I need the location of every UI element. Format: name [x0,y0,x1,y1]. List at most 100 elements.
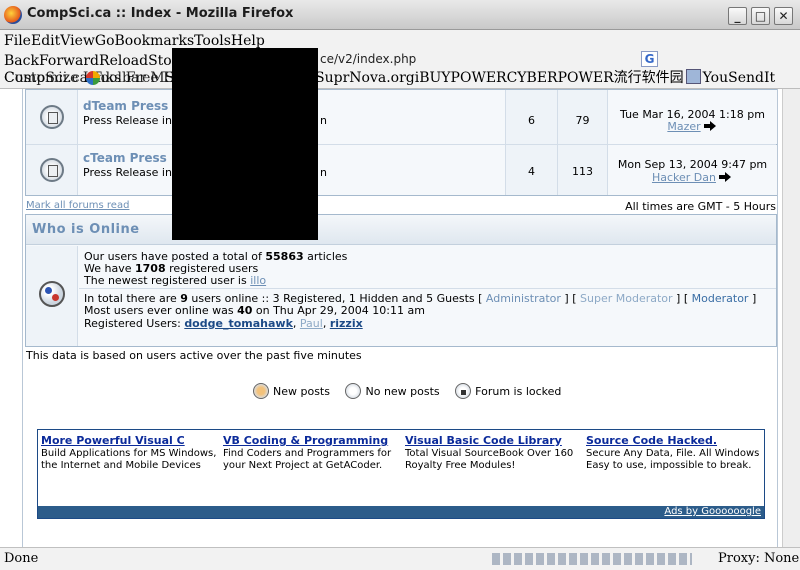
close-button[interactable]: ✕ [774,7,793,25]
menu-view[interactable]: View [60,33,95,49]
menu-edit[interactable]: Edit [31,33,60,49]
ads-footer: Ads by Goooooogle [38,506,764,518]
menu-bookmarks[interactable]: Bookmarks [115,33,195,49]
redaction-box [172,48,318,240]
ad-unit: More Powerful Visual C Build Application… [41,434,219,472]
who-is-online-heading[interactable]: Who is Online [32,222,140,237]
forum-desc-cteam-start: Press Release in [83,166,172,179]
forum-link-cteam[interactable]: cTeam Press R [83,151,180,165]
ad-unit: Source Code Hacked. Secure Any Data, Fil… [586,434,764,472]
users-online-block: In total there are 9 users online :: 3 R… [84,292,774,331]
proxy-status[interactable]: Proxy: None [718,551,799,566]
activity-note: This data is based on users active over … [26,349,362,362]
legend-administrator: Administrator [485,292,561,305]
bookmark-suprnova[interactable]: SuprNova.org [315,70,415,86]
page-viewport[interactable]: dTeam Press R Press Release in n 6 79 Tu… [0,89,800,547]
bookmark-cyberpower[interactable]: CYBERPOWER [507,70,614,86]
reload-button[interactable]: Reload [99,53,148,69]
menu-file[interactable]: File [0,33,31,49]
bookmark-yousendit[interactable]: YouSendIt [703,70,775,86]
mark-forums-read-link[interactable]: Mark all forums read [26,200,129,211]
forum-page: dTeam Press R Press Release in n 6 79 Tu… [22,89,778,547]
status-text: Done [4,551,39,566]
topic-count: 4 [528,165,535,178]
last-post-user: Mazer [608,120,777,133]
menu-tools[interactable]: Tools [194,33,231,49]
status-extension-icons[interactable] [492,553,692,565]
url-bar[interactable]: ce/v2/index.php [320,52,416,66]
view-latest-post-icon[interactable] [703,121,718,131]
forward-button[interactable]: Forward [39,53,99,69]
no-new-posts-icon [345,383,362,399]
legend-super-moderator: Super Moderator [580,292,673,305]
bookmarks-right-group: SuprNova.orgiBUYPOWERCYBERPOWER流行软件园 YouS… [315,69,775,88]
menu-bar: FileEditViewGoBookmarksToolsHelp [0,30,800,50]
who-is-online-header: Who is Online [26,215,776,245]
ads-by-google-link[interactable]: Ads by Goooooogle [664,506,761,517]
forum-row-cteam: cTeam Press R Press Release in n 4 113 M… [26,144,777,195]
legend-locked: Forum is locked [475,385,562,398]
menu-help[interactable]: Help [231,33,265,49]
ad-body: Build Applications for MS Windows, the I… [41,448,217,471]
legend-new-posts: New posts [273,385,330,398]
view-latest-post-icon[interactable] [719,172,733,182]
minimize-button[interactable]: _ [728,7,747,25]
newest-user-link[interactable]: illo [250,274,266,287]
legend-no-new-posts: No new posts [365,385,440,398]
msn-butterfly-icon [86,71,100,85]
online-user-paul[interactable]: Paul [300,317,323,330]
post-count: 79 [575,114,590,127]
new-posts-icon [253,383,269,399]
who-is-online-icon [39,281,65,307]
ad-body: Find Coders and Programmers for your Nex… [223,448,392,471]
ad-unit: VB Coding & Programming Find Coders and … [223,434,401,472]
online-divider [79,288,776,289]
google-ads-block: More Powerful Visual C Build Application… [37,429,765,519]
registered-users-online: Registered Users: dodge_tomahawk, Paul, … [84,317,363,330]
window-titlebar: CompSci.ca :: Index - Mozilla Firefox _ … [0,0,800,30]
vertical-scrollbar[interactable] [782,89,800,547]
forum-icon-legend: New posts No new posts Forum is locked [253,383,573,401]
online-user-rizzix[interactable]: rizzix [330,317,363,330]
ad-body: Secure Any Data, File. All Windows Easy … [586,448,760,471]
ad-title-link[interactable]: Source Code Hacked. [586,434,764,447]
forum-list-table: dTeam Press R Press Release in n 6 79 Tu… [25,89,777,196]
back-button[interactable]: Back [0,53,39,69]
forum-footer-line: Mark all forums read All times are GMT -… [26,200,776,213]
maximize-button[interactable]: □ [751,7,770,25]
ad-title-link[interactable]: VB Coding & Programming [223,434,401,447]
last-post-user-link[interactable]: Mazer [667,120,700,133]
forum-desc-dteam-start: Press Release in [83,114,172,127]
ad-title-link[interactable]: Visual Basic Code Library [405,434,583,447]
bookmark-ibuypower[interactable]: iBUYPOWER [415,70,507,86]
folder-no-new-icon [40,105,64,129]
forum-locked-icon [455,383,472,399]
ad-body: Total Visual SourceBook Over 160 Royalty… [405,448,574,471]
post-count: 113 [572,165,593,178]
last-post-user-link[interactable]: Hacker Dan [652,171,716,184]
ad-title-link[interactable]: More Powerful Visual C [41,434,219,447]
last-post-user: Hacker Dan [608,171,777,184]
ad-unit: Visual Basic Code Library Total Visual S… [405,434,583,472]
forum-row-dteam: dTeam Press R Press Release in n 6 79 Tu… [26,90,777,144]
online-user-dodge[interactable]: dodge_tomahawk [184,317,293,330]
timezone-note: All times are GMT - 5 Hours [625,200,776,213]
last-post-date: Mon Sep 13, 2004 9:47 pm [617,158,768,171]
forum-desc-cteam-end: n [320,166,327,179]
topic-count: 6 [528,114,535,127]
forum-link-dteam[interactable]: dTeam Press R [83,99,182,113]
who-is-online-panel: Who is Online Our users have posted a to… [25,214,777,347]
status-bar: Done Proxy: None [0,547,800,570]
forum-desc-dteam-end: n [320,114,327,127]
bookmarks-toolbar: Customize Links Free Hotmail CompSci.ca … [0,69,800,89]
bookmark-software-park[interactable]: 流行软件园 [614,70,684,86]
navigation-toolbar: BackForwardReloadStopH ce/v2/index.php G [0,50,800,69]
legend-moderator: Moderator [691,292,749,305]
menu-go[interactable]: Go [95,33,115,49]
most-ever-line: Most users ever online was 40 on Thu Apr… [84,304,425,317]
newest-user-line: The newest registered user is illo [84,274,267,287]
folder-no-new-icon [40,158,64,182]
firefox-icon [4,6,22,24]
yousendit-icon [685,69,701,84]
search-engine-icon[interactable]: G [641,51,658,67]
